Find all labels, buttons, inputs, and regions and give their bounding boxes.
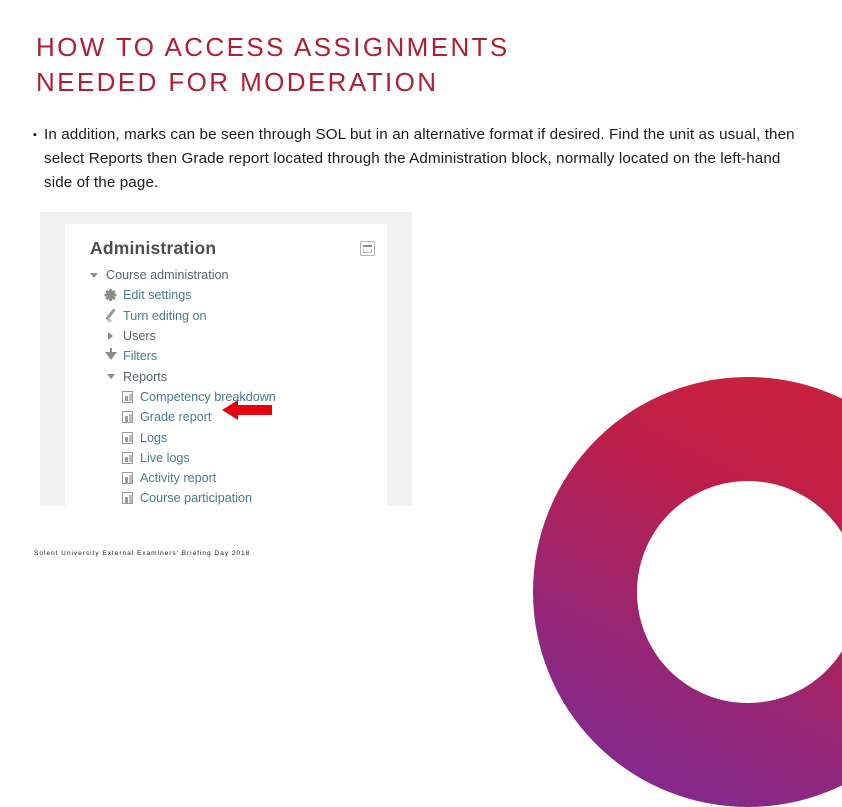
bullet-list-item: ▪ In addition, marks can be seen through… — [33, 123, 811, 195]
page-title: HOW TO ACCESS ASSIGNMENTS NEEDED FOR MOD… — [36, 30, 796, 100]
tree-item-label: Turn editing on — [123, 308, 207, 323]
tree-item-users[interactable]: Users — [85, 326, 387, 346]
gear-icon — [102, 289, 119, 302]
administration-panel-header: Administration — [65, 224, 387, 263]
report-doc-icon — [119, 411, 136, 424]
pencil-icon — [102, 308, 119, 325]
tree-item-label: Course administration — [106, 268, 229, 283]
administration-block-screenshot: Administration Course administration Edi… — [40, 212, 412, 506]
tree-item-label: Logs — [140, 430, 168, 445]
report-doc-icon — [119, 431, 136, 444]
tree-item-label: Activity report — [140, 471, 217, 486]
report-doc-icon — [119, 390, 136, 403]
tree-item-course-administration[interactable]: Course administration — [85, 265, 387, 285]
tree-item-live-logs[interactable]: Live logs — [85, 448, 387, 468]
funnel-icon — [102, 347, 119, 361]
administration-tree: Course administration Edit settings Turn… — [65, 263, 387, 509]
tree-item-logs[interactable]: Logs — [85, 427, 387, 447]
report-doc-icon — [119, 451, 136, 464]
red-arrow-annotation-icon — [222, 399, 272, 421]
dock-collapse-icon[interactable] — [360, 241, 375, 256]
administration-panel-title: Administration — [90, 238, 217, 258]
tree-item-label: Edit settings — [123, 288, 192, 303]
bullet-text: In addition, marks can be seen through S… — [44, 126, 795, 191]
tree-item-label: Live logs — [140, 450, 190, 465]
tree-item-reports[interactable]: Reports — [85, 366, 387, 386]
tree-item-filters[interactable]: Filters — [85, 346, 387, 366]
slide-footer: Solent University External Examiners' Br… — [34, 550, 251, 557]
administration-panel: Administration Course administration Edi… — [65, 224, 387, 506]
report-doc-icon — [119, 472, 136, 485]
tree-item-edit-settings[interactable]: Edit settings — [85, 285, 387, 305]
tree-item-label: Grade report — [140, 410, 212, 425]
tree-item-turn-editing-on[interactable]: Turn editing on — [85, 306, 387, 326]
page-title-line-2: NEEDED FOR MODERATION — [36, 67, 439, 97]
tree-item-label: Reports — [123, 369, 168, 384]
report-doc-icon — [119, 492, 136, 505]
tree-item-label: Users — [123, 329, 156, 344]
caret-down-icon[interactable] — [85, 272, 102, 278]
brand-ring-graphic — [533, 377, 842, 807]
caret-right-icon[interactable] — [102, 332, 119, 341]
caret-down-icon[interactable] — [102, 374, 119, 380]
bullet-marker-icon: ▪ — [33, 129, 37, 141]
tree-item-course-participation[interactable]: Course participation — [85, 488, 387, 508]
tree-item-label: Filters — [123, 349, 158, 364]
tree-item-label: Course participation — [140, 491, 253, 506]
body-content: ▪ In addition, marks can be seen through… — [33, 123, 811, 195]
page-title-line-1: HOW TO ACCESS ASSIGNMENTS — [36, 32, 510, 62]
tree-item-activity-report[interactable]: Activity report — [85, 468, 387, 488]
